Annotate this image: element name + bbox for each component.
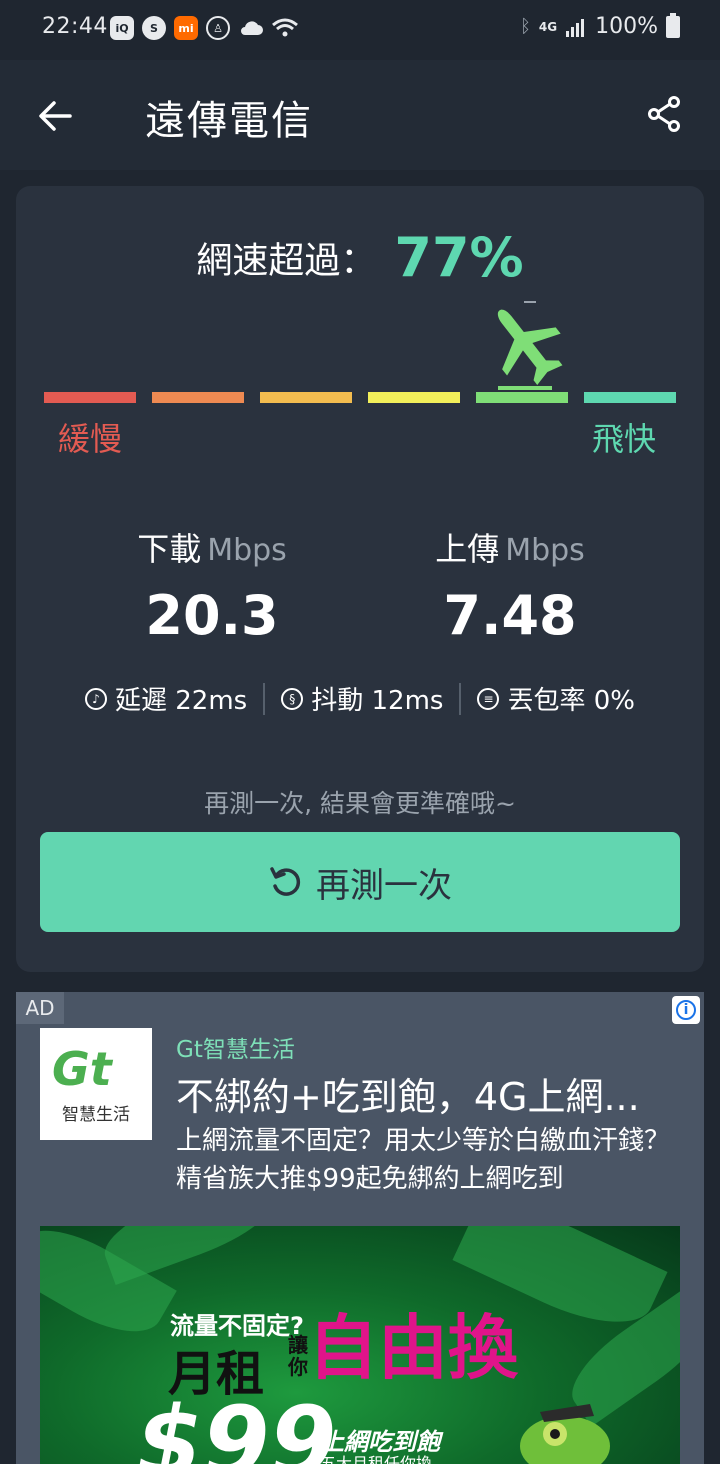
cloud-icon (241, 21, 263, 35)
upload-unit: Mbps (505, 533, 585, 568)
battery-percent: 100% (595, 14, 658, 39)
exceed-percent: 77% (394, 226, 524, 289)
latency-stat: ♪ 延遲 22ms (85, 680, 247, 717)
ad-badge: AD (16, 992, 64, 1024)
scale-segment (44, 392, 136, 403)
ad-brand[interactable]: Gt智慧生活 (176, 1030, 295, 1064)
ad-banner[interactable]: AD i Gt 智慧生活 Gt智慧生活 不綁約+吃到飽，4G上網... 上網流量… (16, 992, 704, 1464)
retest-button-label: 再測一次 (316, 865, 452, 906)
notification-icons: iQ S mi ♙ (110, 16, 298, 40)
app-bar: 遠傳電信 (0, 60, 720, 170)
speed-scale (44, 392, 676, 404)
status-time: 22:44 (42, 14, 108, 39)
upload-metric: 上傳 Mbps 7.48 (338, 524, 682, 647)
iqiyi-icon: iQ (110, 16, 134, 40)
ad-headline[interactable]: 不綁約+吃到飽，4G上網... (176, 1066, 686, 1121)
bluetooth-icon: ᛒ (520, 16, 531, 37)
stat-divider (459, 682, 462, 715)
ad-logo-text: 智慧生活 (62, 1105, 130, 1125)
latency-icon: ♪ (85, 687, 107, 710)
retest-hint: 再測一次, 結果會更準確哦~ (204, 789, 516, 818)
latency-text: 延遲 22ms (115, 686, 248, 716)
scale-segment (260, 392, 352, 403)
system-status: ᛒ 4G 100% (520, 12, 680, 39)
ad-logo[interactable]: Gt 智慧生活 (40, 1028, 152, 1140)
jitter-icon: § (281, 687, 304, 710)
jitter-stat: § 抖動 12ms (281, 680, 443, 717)
ad-body: 上網流量不固定？用太少等於白繳血汗錢？精省族大推$99起免綁約上網吃到 (176, 1126, 671, 1194)
airplane-icon (497, 309, 563, 390)
ad-image[interactable]: 流量不固定? 月租 讓你 自由換 $99 上網吃到飽 五大月租任你換 (40, 1226, 680, 1464)
scale-slow-label: 緩慢 (58, 420, 123, 458)
retest-button[interactable]: 再測一次 (40, 832, 680, 932)
download-metric: 下載 Mbps 20.3 (40, 524, 384, 647)
stat-divider (263, 682, 266, 715)
promo-price: $99 (136, 1386, 337, 1464)
scale-segment (368, 392, 460, 403)
info-icon: i (676, 1000, 696, 1020)
network-stats: ♪ 延遲 22ms § 抖動 12ms ≡ 丟包率 0% (16, 680, 704, 717)
wifi-icon (272, 18, 298, 37)
network-type: 4G (538, 19, 558, 34)
upload-label: 上傳 (435, 530, 500, 568)
jitter-text: 抖動 12ms (311, 686, 444, 716)
chameleon-image (520, 1404, 610, 1464)
s-app-icon: S (142, 16, 166, 40)
exceed-label: 網速超過： (196, 240, 377, 282)
packet-loss-icon: ≡ (477, 687, 500, 710)
signal-icon (566, 18, 585, 37)
ad-logo-mark: Gt (52, 1042, 112, 1096)
mi-icon: mi (174, 16, 198, 40)
refresh-icon (270, 867, 301, 896)
speed-result-card: 網速超過： 77% 緩慢 飛快 下載 Mbps 20.3 上傳 Mbps 7.48 ♪… (16, 186, 704, 972)
download-value: 20.3 (145, 584, 279, 647)
scale-segment (476, 392, 568, 403)
scale-segment (152, 392, 244, 403)
page-title: 遠傳電信 (145, 98, 313, 144)
scale-fast-label: 飛快 (592, 420, 657, 458)
ad-info-button[interactable]: i (672, 996, 700, 1024)
download-label: 下載 (137, 530, 202, 568)
upload-value: 7.48 (443, 584, 577, 647)
leaf-shape (95, 1226, 285, 1285)
promo-headline: 自由換 (308, 1307, 518, 1389)
back-arrow-icon[interactable] (36, 96, 76, 136)
scale-segment (584, 392, 676, 403)
exceed-row: 網速超過： 77% (16, 226, 704, 289)
promo-let: 讓你 (288, 1333, 308, 1379)
promo-line-2: 五大月租任你換 (320, 1454, 433, 1464)
packet-loss-text: 丟包率 0% (507, 686, 635, 716)
walking-icon: ♙ (206, 16, 230, 40)
battery-icon (666, 12, 680, 38)
download-unit: Mbps (207, 533, 287, 568)
packet-loss-stat: ≡ 丟包率 0% (477, 680, 635, 717)
status-bar: 22:44 iQ S mi ♙ ᛒ 4G 100% (0, 0, 720, 60)
share-icon[interactable] (644, 94, 684, 134)
